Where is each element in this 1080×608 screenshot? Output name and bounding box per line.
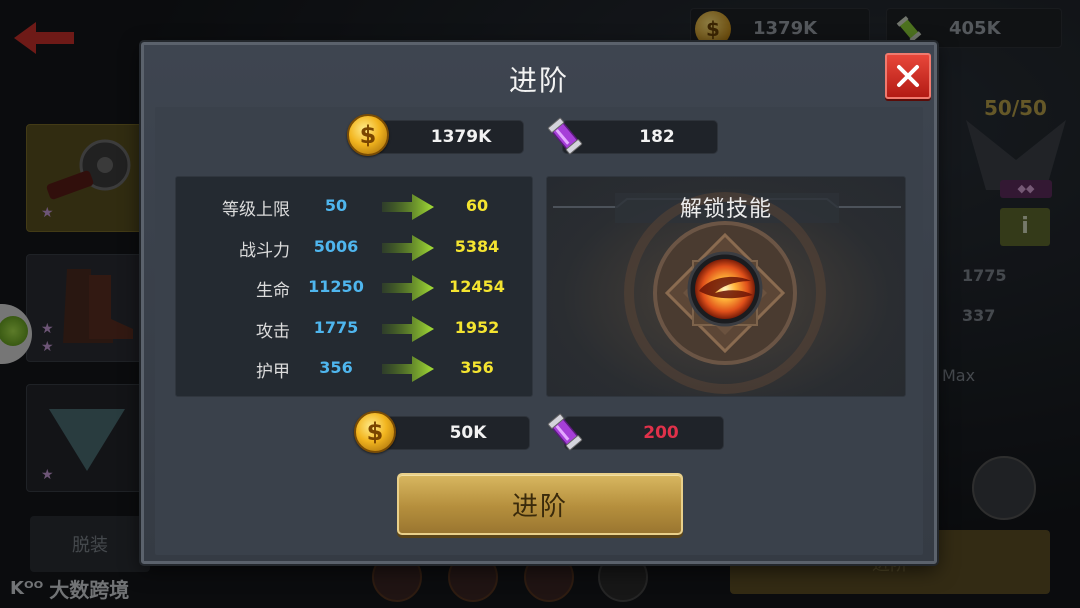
owned-tube-display: 182 [562, 120, 718, 154]
owned-tube-value: 182 [639, 127, 675, 147]
stat-row-level-cap: 等级上限 50 60 [176, 191, 534, 221]
owned-gold-value: 1379K [430, 127, 492, 147]
stat-label: 护甲 [256, 362, 290, 382]
stat-row-health: 生命 11250 12454 [176, 272, 534, 302]
stat-old-value: 5006 [313, 237, 359, 256]
advance-button[interactable]: 进阶 [397, 473, 683, 535]
right-arrow-icon [382, 316, 434, 342]
cost-gold-value: 50K [449, 423, 487, 443]
stat-new-value: 12454 [449, 277, 505, 296]
unlock-skill-panel: 解锁技能 [546, 176, 906, 397]
right-arrow-icon [382, 235, 434, 261]
stat-row-attack: 攻击 1775 1952 [176, 313, 534, 343]
stats-comparison-panel: 等级上限 50 60 战斗力 5006 5384 生命 11250 12454 … [175, 176, 533, 397]
stat-label: 等级上限 [222, 200, 290, 220]
stat-new-value: 60 [465, 196, 489, 215]
close-button[interactable] [885, 53, 931, 99]
cost-tube-value: 200 [643, 423, 679, 443]
stat-label: 战斗力 [239, 241, 290, 261]
skill-panel-title: 解锁技能 [679, 197, 772, 222]
stat-old-value: 1775 [313, 318, 359, 337]
stat-new-value: 1952 [454, 318, 500, 337]
coin-icon: $ [347, 114, 389, 156]
right-arrow-icon [382, 356, 434, 382]
coin-icon: $ [354, 411, 396, 453]
stat-old-value: 356 [319, 358, 353, 377]
dialog-title: 进阶 [508, 64, 569, 97]
right-arrow-icon [382, 194, 434, 220]
cost-tube-display: 200 [564, 416, 724, 450]
stat-label: 生命 [256, 281, 290, 301]
tube-icon [547, 413, 583, 451]
stat-new-value: 5384 [454, 237, 500, 256]
close-icon [897, 65, 919, 87]
stat-row-armor: 护甲 356 356 [176, 353, 534, 383]
stat-label: 攻击 [256, 322, 290, 342]
stat-row-combat-power: 战斗力 5006 5384 [176, 232, 534, 262]
right-arrow-icon [382, 275, 434, 301]
stat-old-value: 11250 [308, 277, 364, 296]
tube-icon [547, 117, 583, 155]
stat-old-value: 50 [324, 196, 348, 215]
stat-new-value: 356 [460, 358, 494, 377]
